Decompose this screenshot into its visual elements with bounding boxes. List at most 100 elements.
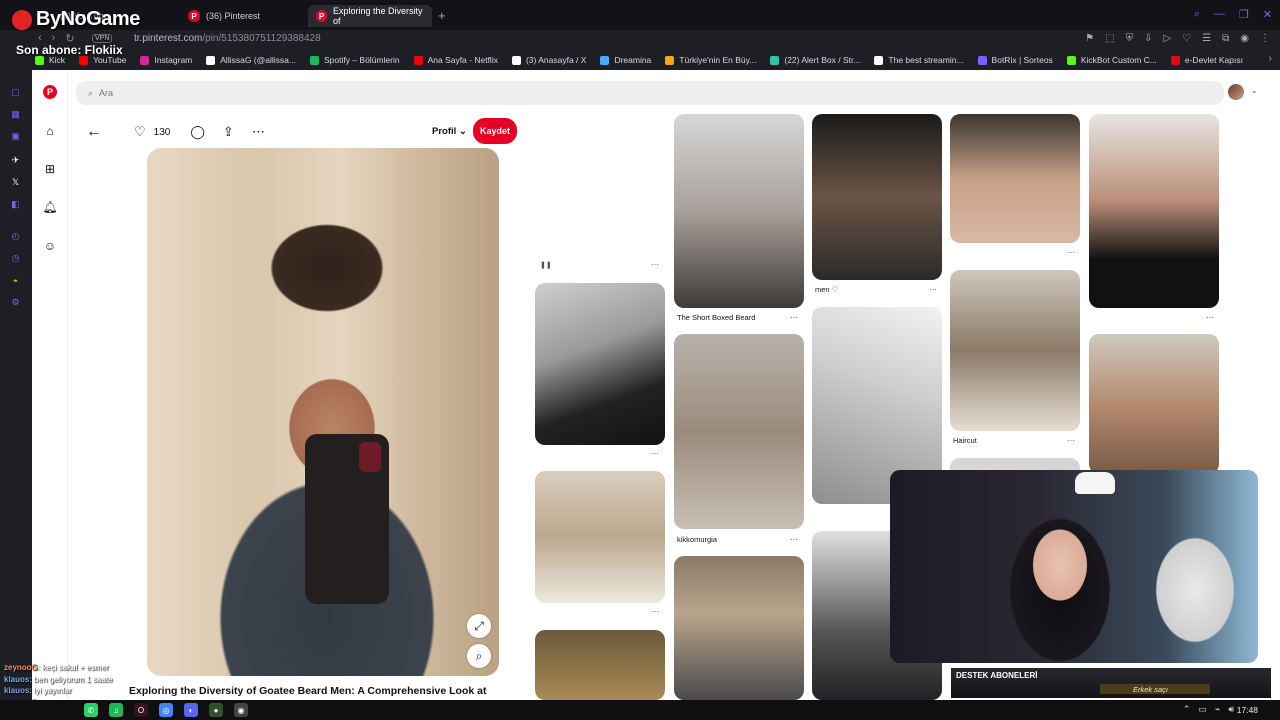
pin-more-icon[interactable]: ⋯ [651,607,659,616]
search-icon[interactable]: ⌕ [1194,8,1200,21]
pin-more-icon[interactable]: ⋯ [651,449,659,458]
opera-icon[interactable]: O [134,703,148,717]
bookmark-item[interactable]: AllissaG (@allissa... [206,55,296,65]
sidebar-icon-6[interactable]: ◧ [9,198,22,211]
network-icon[interactable]: ⌁ [1215,704,1220,715]
settings-icon[interactable]: ⚙ [9,296,22,309]
visual-search-icon[interactable]: ⌕ [467,644,491,668]
new-tab-button[interactable]: + [438,8,446,23]
browser-sidebar: ▢ ▦ ▣ ✈ 𝕏 ◧ ◴ ◷ ◓ ⚙ [0,50,32,700]
grid-pin[interactable] [535,630,665,700]
extensions-icon[interactable]: ⧉ [1222,33,1229,44]
x-icon[interactable]: 𝕏 [9,176,22,189]
more-icon[interactable]: ⋮ [1260,33,1270,44]
volume-icon[interactable]: 🔊︎ [1228,704,1234,715]
whatsapp-icon[interactable]: ✆ [84,703,98,717]
bookmark-item[interactable]: Dreamina [600,55,651,65]
history-icon[interactable]: ◷ [9,252,22,265]
grid-pin[interactable] [812,114,942,280]
minimize-icon[interactable]: — [1214,8,1225,21]
pinterest-logo-icon[interactable]: P [43,85,57,99]
grid-pin[interactable] [535,283,665,445]
system-tray: ⌃ ▭ ⌁ 🔊︎ [1183,704,1234,715]
grid-pin[interactable] [1089,334,1219,474]
grid-pin[interactable] [1089,114,1219,308]
more-options-icon[interactable]: ⋯ [252,124,265,140]
bookmark-item[interactable]: KickBot Custom C... [1066,55,1157,65]
screenshot-icon[interactable]: ⬚ [1105,33,1114,44]
bookmark-item[interactable]: Spotify – Bölümlerin [309,55,400,65]
bookmark-item[interactable]: Instagram [140,55,192,65]
pin-more-icon[interactable]: ⋯ [790,535,798,544]
bookmark-item[interactable]: The best streamin... [874,55,964,65]
chrome-icon[interactable]: ◎ [159,703,173,717]
pin-more-icon[interactable]: ⋯ [1067,436,1075,445]
pin-more-icon[interactable]: ⋯ [651,260,659,269]
grid-pin[interactable] [674,114,804,308]
phone-camera [359,442,381,472]
share-icon[interactable]: ⇪ [223,124,234,140]
comment-icon[interactable]: ◯ [190,124,205,140]
vpn-badge[interactable]: VPN [92,34,113,43]
sidebar-icon-3[interactable]: ▣ [9,130,22,143]
menu-icon[interactable]: ☰ [1202,33,1211,44]
pin-more-icon[interactable]: ⋯ [790,313,798,322]
grid-pin[interactable] [950,114,1080,243]
pin-more-icon[interactable]: ⋯ [1206,313,1214,322]
close-icon[interactable]: ✕ [1263,8,1272,21]
chevron-up-icon[interactable]: ⌃ [1183,704,1191,715]
bookmark-label: Instagram [154,55,193,65]
heart-icon[interactable]: ♡ [1182,33,1191,44]
pin-more-icon[interactable]: ⋯ [929,285,937,294]
sidebar-icon-2[interactable]: ▦ [9,108,22,121]
pin-main-image[interactable]: ⤢ ⌕ [147,148,499,676]
sidebar-icon-7[interactable]: ◴ [9,230,22,243]
sidebar-icon-4[interactable]: ✈ [9,154,22,167]
sidebar-icon-1[interactable]: ▢ [9,86,22,99]
bookmark-icon[interactable]: ⚑ [1085,33,1094,44]
discord-icon[interactable]: ◐ [184,703,198,717]
tab-pinterest[interactable]: P (36) Pinterest [180,5,268,27]
bookmark-item[interactable]: Ana Sayfa - Netflix [413,55,498,65]
display-icon[interactable]: ▭ [1198,704,1207,715]
download-icon[interactable]: ⇩ [1144,33,1152,44]
save-button[interactable]: Kaydet [473,118,517,144]
back-arrow-icon[interactable]: ← [86,123,102,141]
obs-icon[interactable]: ◉ [234,703,248,717]
bookmark-label: The best streamin... [888,55,964,65]
app-icon[interactable]: ● [209,703,223,717]
pause-icon[interactable]: ❚❚ [540,261,552,269]
bookmark-favicon-icon [770,55,780,65]
pin-more-icon[interactable]: ⋯ [1067,248,1075,257]
sidebar-icon-9[interactable]: ◓ [9,274,22,287]
grid-pin[interactable] [674,334,804,529]
messages-icon[interactable]: ☺ [42,238,58,254]
home-icon[interactable]: ⌂ [42,123,58,139]
bookmark-item[interactable]: (3) Anasayfa / X [511,55,586,65]
restore-icon[interactable]: ❐ [1239,8,1249,21]
grid-pin[interactable] [674,556,804,700]
chevron-down-icon[interactable]: ⌄ [1251,86,1258,95]
bookmark-item[interactable]: BotRix | Sorteos [977,55,1053,65]
play-icon[interactable]: ▷ [1163,33,1171,44]
bookmark-item[interactable]: e-Devlet Kapısı [1170,55,1243,65]
spotify-icon[interactable]: ♫ [109,703,123,717]
profile-icon[interactable]: ◉ [1240,33,1249,44]
url-field[interactable]: tr.pinterest.com/pin/515380751129388428 [134,33,321,44]
grid-pin[interactable] [950,270,1080,431]
heart-icon[interactable]: ♡ [134,124,146,140]
tab-active-pin[interactable]: P Exploring the Diversity of [308,5,432,27]
grid-pin[interactable] [535,471,665,603]
search-input[interactable]: ⌕ Ara [76,81,1224,105]
profile-dropdown[interactable]: Profil ⌄ [432,126,467,137]
bookmark-item[interactable]: Türkiye'nin En Büy... [665,55,756,65]
expand-icon[interactable]: ⤢ [467,614,491,638]
notifications-icon[interactable]: 🔔︎ [42,199,58,215]
window-controls: ⌕ — ❐ ✕ [1194,8,1272,21]
avatar[interactable] [1228,84,1244,100]
shield-icon[interactable]: ⛨ [1126,33,1134,44]
grid-pin[interactable] [535,114,665,257]
create-icon[interactable]: ⊞ [42,161,58,177]
bookmark-item[interactable]: (22) Alert Box / Str... [770,55,860,65]
bookmarks-more-icon[interactable]: › [1269,53,1272,64]
